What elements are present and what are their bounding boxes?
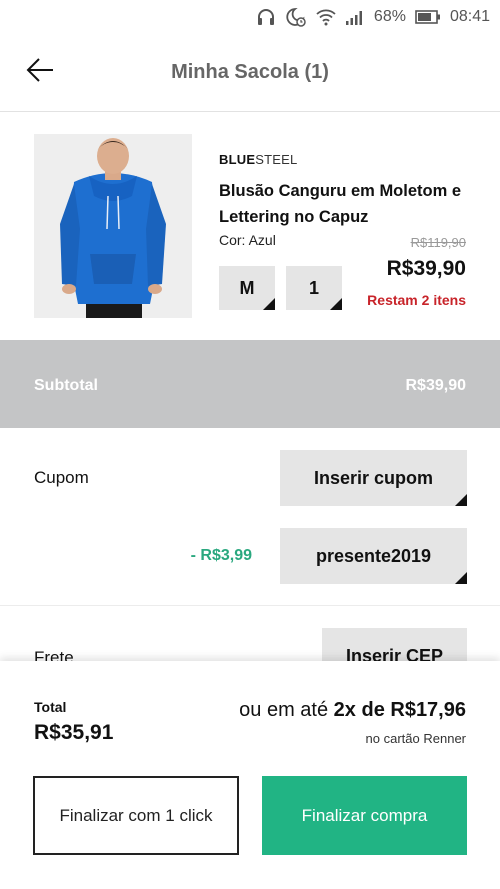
installments: ou em até 2x de R$17,96 [239,699,466,722]
insert-coupon-button[interactable]: Inserir cupom [280,450,467,506]
dropdown-corner-icon [330,298,342,310]
size-select[interactable]: M [219,266,275,310]
quantity-value: 1 [308,277,319,298]
installments-prefix: ou em até [239,699,334,721]
product-name[interactable]: Blusão Canguru em Moletom e Lettering no… [219,178,479,230]
signal-icon [345,9,365,25]
original-price: R$119,90 [410,235,466,250]
quantity-select[interactable]: 1 [286,266,342,310]
checkout-summary: Total R$35,91 ou em até 2x de R$17,96 no… [0,661,500,889]
checkout-label: Finalizar compra [301,805,428,825]
clock: 08:41 [449,8,490,25]
total-label: Total [34,699,67,715]
sale-price: R$39,90 [386,257,466,280]
product-color: Cor: Azul [219,232,276,248]
subtotal-label: Subtotal [34,377,98,394]
coupon-discount: - R$3,99 [190,547,252,564]
installments-value: 2x de R$17,96 [333,699,466,721]
one-click-checkout-button[interactable]: Finalizar com 1 click [33,776,239,855]
do-not-disturb-alarm-icon [285,7,307,27]
applied-coupon-button[interactable]: presente2019 [280,528,467,584]
brand-logo: BLUESTEEL [219,152,298,167]
size-value: M [239,277,255,298]
insert-coupon-label: Inserir cupom [313,467,434,488]
coupon-label: Cupom [34,468,89,487]
status-bar: 68% 08:41 [0,0,500,34]
page-title: Minha Sacola (1) [171,61,329,83]
installments-note: no cartão Renner [365,731,466,746]
total-value: R$35,91 [34,721,114,744]
cart-item: BLUESTEEL Blusão Canguru em Moletom e Le… [0,112,500,340]
headphones-icon [256,8,276,26]
subtotal-value: R$39,90 [405,377,467,394]
product-image[interactable] [34,134,192,318]
wifi-icon [316,8,336,26]
section-divider [0,605,500,606]
subtotal-bar: Subtotal R$39,90 [0,340,500,428]
dropdown-corner-icon [263,298,275,310]
stock-warning: Restam 2 itens [367,292,466,308]
app-header: Minha Sacola (1) [0,34,500,112]
battery-percent: 68% [373,8,406,25]
dropdown-corner-icon [455,494,467,506]
one-click-label: Finalizar com 1 click [59,805,213,825]
checkout-button[interactable]: Finalizar compra [262,776,467,855]
coupon-code: presente2019 [315,545,432,566]
dropdown-corner-icon [455,572,467,584]
battery-icon [415,10,441,24]
